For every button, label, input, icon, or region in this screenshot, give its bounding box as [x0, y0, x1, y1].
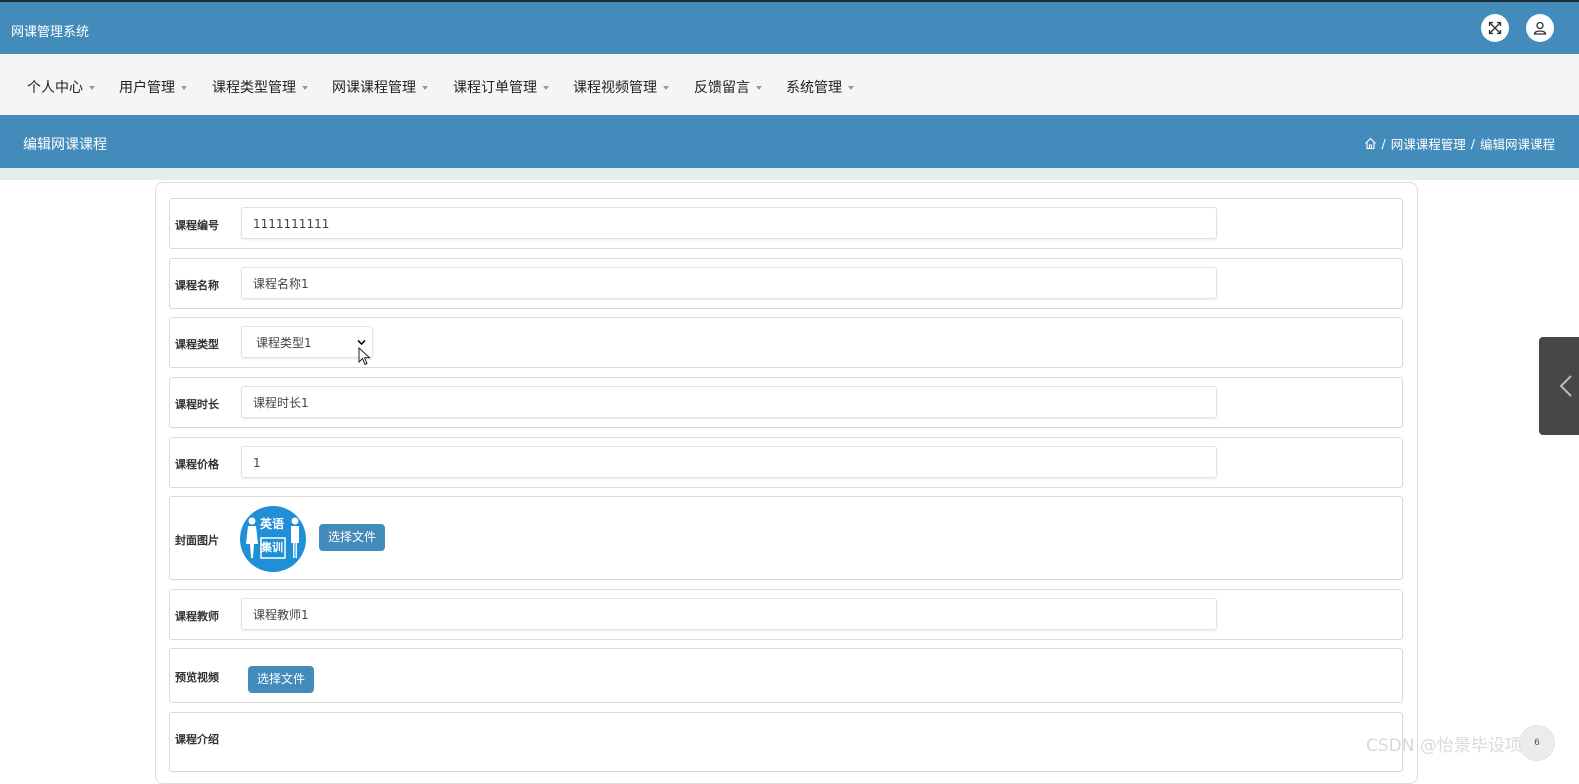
breadcrumb: / 网课课程管理 / 编辑网课课程	[1364, 134, 1555, 153]
form-row-preview-video: 预览视频 选择文件	[169, 648, 1403, 703]
breadcrumb-item-course-management[interactable]: 网课课程管理	[1391, 134, 1466, 153]
cover-image-preview: 英语 集训	[240, 506, 306, 572]
page-header: 编辑网课课程 / 网课课程管理 / 编辑网课课程	[0, 115, 1579, 168]
caret-down-icon	[181, 86, 187, 90]
header-divider	[0, 168, 1579, 180]
nav-label: 反馈留言	[694, 80, 750, 96]
course-intro-label: 课程介绍	[175, 733, 219, 746]
nav-label: 课程视频管理	[573, 80, 657, 96]
form-row-cover-image: 封面图片 英语 集训 选择文件	[169, 496, 1403, 580]
nav-item-course-video-management[interactable]: 课程视频管理	[573, 77, 669, 97]
form-row-course-price: 课程价格 1	[169, 437, 1403, 488]
caret-down-icon	[422, 86, 428, 90]
nav-item-course-order-management[interactable]: 课程订单管理	[453, 77, 549, 97]
caret-down-icon	[756, 86, 762, 90]
caret-down-icon	[543, 86, 549, 90]
course-price-label: 课程价格	[175, 458, 219, 471]
fullscreen-icon	[1488, 21, 1502, 35]
course-name-input[interactable]: 课程名称1	[241, 267, 1217, 299]
nav-label: 网课课程管理	[332, 80, 416, 96]
course-name-label: 课程名称	[175, 279, 219, 292]
course-type-label: 课程类型	[175, 338, 219, 351]
nav-item-feedback[interactable]: 反馈留言	[694, 77, 762, 97]
corner-badge[interactable]: 6	[1519, 725, 1555, 761]
form-row-course-intro: 课程介绍	[169, 712, 1403, 772]
cover-image-choose-file-button[interactable]: 选择文件	[319, 524, 386, 551]
cover-image-label: 封面图片	[175, 534, 219, 547]
main-nav: 个人中心 用户管理 课程类型管理 网课课程管理 课程订单管理 课程视频管理 反馈…	[0, 54, 1579, 115]
course-no-input[interactable]: 1111111111	[241, 207, 1217, 239]
course-teacher-input[interactable]: 课程教师1	[241, 598, 1217, 630]
form-row-course-name: 课程名称 课程名称1	[169, 258, 1403, 309]
preview-video-choose-file-button[interactable]: 选择文件	[248, 666, 315, 693]
fullscreen-button[interactable]	[1481, 14, 1509, 42]
nav-label: 用户管理	[119, 80, 175, 96]
caret-down-icon	[848, 86, 854, 90]
user-icon	[1533, 21, 1547, 35]
user-button[interactable]	[1526, 14, 1554, 42]
caret-down-icon	[302, 86, 308, 90]
nav-item-system-management[interactable]: 系统管理	[786, 77, 854, 97]
chevron-down-icon	[357, 339, 366, 346]
course-no-label: 课程编号	[175, 219, 219, 232]
form-row-course-duration: 课程时长 课程时长1	[169, 377, 1403, 428]
nav-label: 课程订单管理	[453, 80, 537, 96]
preview-video-label: 预览视频	[175, 671, 219, 684]
side-panel-toggle[interactable]	[1539, 337, 1579, 435]
breadcrumb-separator: /	[1470, 136, 1475, 151]
course-type-select[interactable]: 课程类型1	[241, 326, 373, 358]
cover-image-text-bottom: 集训	[261, 541, 283, 554]
cover-image-text-top: 英语	[260, 517, 285, 531]
course-duration-label: 课程时长	[175, 398, 219, 411]
home-icon[interactable]	[1364, 137, 1377, 150]
nav-item-online-course-management[interactable]: 网课课程管理	[332, 77, 428, 97]
caret-down-icon	[89, 86, 95, 90]
chevron-left-icon	[1559, 375, 1572, 397]
csdn-watermark: CSDN @怡景毕设项目	[1366, 736, 1539, 756]
mouse-cursor-icon	[358, 347, 371, 366]
breadcrumb-item-current: 编辑网课课程	[1479, 137, 1555, 152]
nav-label: 个人中心	[27, 80, 83, 96]
person-figure-icon	[246, 517, 299, 559]
nav-label: 系统管理	[786, 80, 842, 96]
caret-down-icon	[663, 86, 669, 90]
course-price-input[interactable]: 1	[241, 446, 1217, 478]
app-title: 网课管理系统	[11, 25, 90, 40]
nav-label: 课程类型管理	[212, 80, 296, 96]
nav-item-user-management[interactable]: 用户管理	[119, 77, 187, 97]
form-row-course-no: 课程编号 1111111111	[169, 198, 1403, 249]
course-type-selected: 课程类型1	[256, 336, 312, 350]
page-title: 编辑网课课程	[23, 137, 107, 153]
top-bar: 网课管理系统	[0, 0, 1579, 54]
nav-item-personal-center[interactable]: 个人中心	[27, 77, 95, 97]
form-row-course-teacher: 课程教师 课程教师1	[169, 589, 1403, 640]
course-duration-input[interactable]: 课程时长1	[241, 386, 1217, 418]
breadcrumb-separator: /	[1381, 136, 1386, 151]
course-teacher-label: 课程教师	[175, 610, 219, 623]
form-row-course-type: 课程类型 课程类型1	[169, 317, 1403, 368]
nav-item-course-type-management[interactable]: 课程类型管理	[212, 77, 308, 97]
